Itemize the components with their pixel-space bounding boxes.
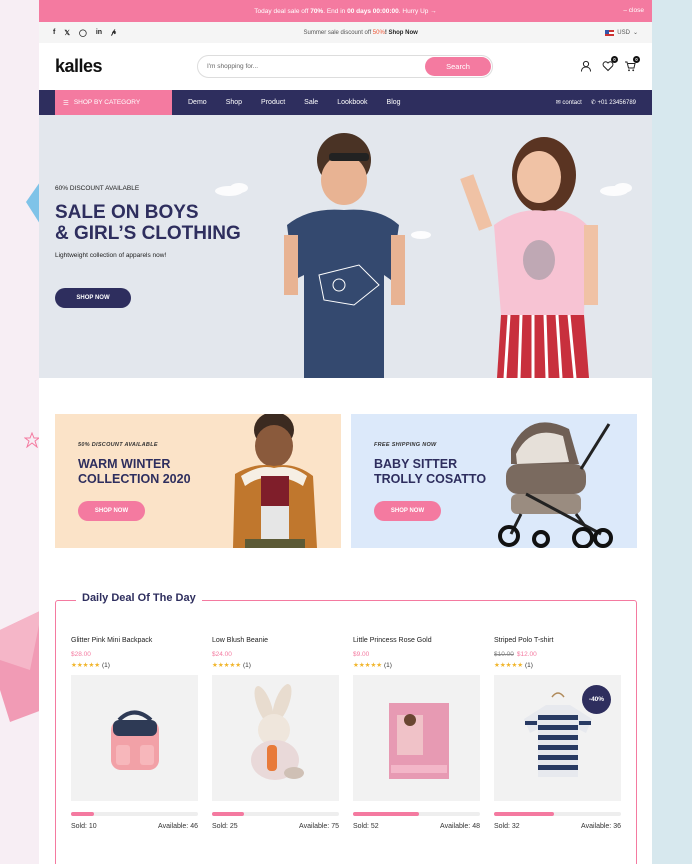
daily-deal-section: Daily Deal Of The Day Glitter Pink Mini …: [55, 592, 637, 864]
currency-selector[interactable]: USD ⌄: [605, 29, 638, 36]
rating-stars: ★★★★★ (1): [71, 662, 110, 669]
product-name[interactable]: Glitter Pink Mini Backpack: [71, 637, 198, 648]
facebook-icon[interactable]: f: [53, 29, 55, 37]
nav-item-product[interactable]: Product: [261, 99, 285, 106]
winter-banner-title: WARM WINTER COLLECTION 2020: [78, 457, 191, 486]
product-name[interactable]: Striped Polo T-shirt: [494, 637, 621, 648]
currency-label: USD: [617, 29, 630, 36]
product-name[interactable]: Low Blush Beanie: [212, 637, 339, 648]
sold-progress-bar: [212, 812, 339, 816]
product-price: $10.00 $12.00: [494, 651, 537, 658]
decorative-blue-shape: [26, 182, 40, 224]
page: Today deal sale off 70%. End in 00 days …: [39, 0, 652, 864]
pinterest-icon[interactable]: 𝓅: [111, 29, 116, 37]
product-image[interactable]: [212, 675, 339, 801]
book-image: [389, 703, 449, 779]
search-input[interactable]: I'm shopping for... Search: [197, 55, 493, 78]
announcement-bar: Today deal sale off 70%. End in 00 days …: [39, 0, 652, 22]
main-navigation: ☰ SHOP BY CATEGORY Demo Shop Product Sal…: [39, 90, 652, 115]
rating-stars: ★★★★★ (1): [212, 662, 251, 669]
rating-stars: ★★★★★ (1): [494, 662, 533, 669]
nav-item-demo[interactable]: Demo: [188, 99, 207, 106]
sold-progress-bar: [494, 812, 621, 816]
hero-subtitle: 60% DISCOUNT AVAILABLE: [55, 185, 140, 192]
product-price: $28.00: [71, 651, 91, 658]
cart-icon[interactable]: 0: [624, 56, 640, 72]
stock-info: Sold: 10 Available: 46: [71, 823, 198, 830]
linkedin-icon[interactable]: in: [96, 29, 102, 37]
promo-banner-stroller[interactable]: FREE SHIPPING NOW BABY SITTER TROLLY COSA…: [351, 414, 637, 548]
product-card[interactable]: Little Princess Rose Gold $9.00 ★★★★★ (1…: [353, 637, 480, 830]
wishlist-icon[interactable]: 0: [602, 56, 618, 72]
product-name[interactable]: Little Princess Rose Gold: [353, 637, 480, 648]
nav-item-blog[interactable]: Blog: [387, 99, 401, 106]
instagram-icon[interactable]: ◯: [79, 29, 87, 37]
search-placeholder: I'm shopping for...: [207, 63, 259, 70]
hero-description: Lightweight collection of apparels now!: [55, 252, 167, 259]
product-image[interactable]: [71, 675, 198, 801]
shop-now-link[interactable]: ! Shop Now: [385, 30, 418, 36]
background-right-panel: [652, 0, 692, 864]
phone-link[interactable]: ✆ +01 23456789: [591, 99, 636, 106]
product-card[interactable]: Striped Polo T-shirt $10.00 $12.00 ★★★★★ …: [494, 637, 621, 830]
discount-badge: -40%: [582, 685, 611, 714]
nav-item-sale[interactable]: Sale: [304, 99, 318, 106]
announcement-text: Today deal sale off 70%. End in 00 days …: [254, 7, 437, 15]
sold-progress-bar: [353, 812, 480, 816]
hero-image: [39, 115, 652, 378]
twitter-icon[interactable]: 𝕏: [64, 29, 70, 37]
product-image[interactable]: [353, 675, 480, 801]
decorative-gem-shape: [0, 610, 42, 722]
hero-title: SALE ON BOYS & GIRL’S CLOTHING: [55, 202, 241, 244]
announcement-close-button[interactable]: – close: [623, 7, 644, 14]
product-price: $24.00: [212, 651, 232, 658]
nav-menu: Demo Shop Product Sale Lookbook Blog: [188, 99, 420, 106]
product-card[interactable]: Glitter Pink Mini Backpack $28.00 ★★★★★ …: [71, 637, 198, 830]
logo[interactable]: kalles: [55, 56, 198, 77]
header-icons: 0 0: [580, 56, 640, 72]
nav-item-shop[interactable]: Shop: [226, 99, 242, 106]
winter-shop-now-button[interactable]: SHOP NOW: [78, 501, 145, 521]
user-icon[interactable]: [580, 59, 592, 72]
deal-title: Daily Deal Of The Day: [76, 592, 202, 604]
stroller-banner-title: BABY SITTER TROLLY COSATTO: [374, 457, 487, 486]
sold-progress-bar: [71, 812, 198, 816]
stock-info: Sold: 52 Available: 48: [353, 823, 480, 830]
nav-item-lookbook[interactable]: Lookbook: [337, 99, 367, 106]
contact-info: ✉ contact ✆ +01 23456789: [556, 99, 636, 106]
decorative-star-icon: [24, 432, 40, 448]
promo-text: Summer sale discount off 50%! Shop Now: [303, 29, 418, 36]
header: kalles I'm shopping for... Search 0 0: [39, 43, 652, 90]
category-label: SHOP BY CATEGORY: [73, 99, 141, 106]
winter-banner-subtitle: 50% DISCOUNT AVAILABLE: [78, 442, 158, 448]
shop-by-category-button[interactable]: ☰ SHOP BY CATEGORY: [55, 90, 172, 115]
product-card[interactable]: Low Blush Beanie $24.00 ★★★★★ (1) Sold: …: [212, 637, 339, 830]
backpack-image: [111, 710, 159, 770]
cart-count: 0: [633, 56, 640, 63]
hero-banner: 60% DISCOUNT AVAILABLE SALE ON BOYS & GIR…: [39, 115, 652, 378]
social-links: f 𝕏 ◯ in 𝓅: [53, 29, 116, 37]
contact-link[interactable]: ✉ contact: [556, 99, 582, 106]
hero-shop-now-button[interactable]: SHOP NOW: [55, 288, 131, 308]
promo-banner-winter[interactable]: 50% DISCOUNT AVAILABLE WARM WINTER COLLEC…: [55, 414, 341, 548]
product-price: $9.00: [353, 651, 370, 658]
stroller-banner-subtitle: FREE SHIPPING NOW: [374, 442, 437, 448]
rating-stars: ★★★★★ (1): [353, 662, 392, 669]
hamburger-icon: ☰: [63, 99, 69, 107]
wishlist-count: 0: [611, 56, 618, 63]
stock-info: Sold: 25 Available: 75: [212, 823, 339, 830]
info-bar: f 𝕏 ◯ in 𝓅 Summer sale discount off 50%!…: [39, 22, 652, 43]
bunny-toy-image: [251, 684, 304, 780]
us-flag-icon: [605, 29, 615, 36]
search-button[interactable]: Search: [425, 57, 491, 76]
chevron-down-icon: ⌄: [632, 30, 638, 36]
stock-info: Sold: 32 Available: 36: [494, 823, 621, 830]
product-image[interactable]: -40%: [494, 675, 621, 801]
stroller-shop-now-button[interactable]: SHOP NOW: [374, 501, 441, 521]
